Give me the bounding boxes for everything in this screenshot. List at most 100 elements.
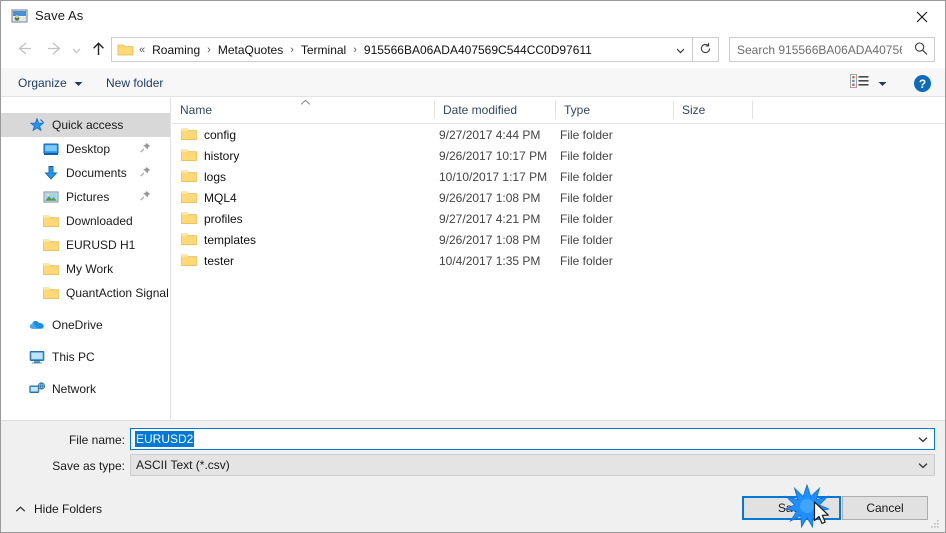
folder-icon <box>181 232 197 249</box>
breadcrumb-item-metaquotes[interactable]: MetaQuotes <box>216 42 285 58</box>
breadcrumb-overflow[interactable]: « <box>134 44 150 56</box>
folder-icon <box>181 127 197 144</box>
cell-name: MQL4 <box>204 190 237 205</box>
sort-ascending-icon <box>300 97 311 109</box>
cell-type: File folder <box>560 211 613 226</box>
file-name-input[interactable]: EURUSD2 <box>130 428 935 450</box>
column-label: Size <box>682 103 706 117</box>
column-header-date-modified[interactable]: Date modified <box>435 97 556 123</box>
sidebar-item-documents[interactable]: Documents <box>1 161 170 185</box>
sidebar-item-this-pc[interactable]: This PC <box>1 345 170 369</box>
sidebar-item-quantaction-signal[interactable]: QuantAction Signal <box>1 281 170 305</box>
organize-label: Organize <box>18 76 67 90</box>
breadcrumb-item-terminal[interactable]: Terminal <box>299 42 348 58</box>
cell-size <box>678 124 753 145</box>
cancel-button[interactable]: Cancel <box>842 496 928 520</box>
close-button[interactable] <box>899 1 945 32</box>
file-name-label: File name: <box>68 433 125 447</box>
folder-icon <box>43 261 59 277</box>
view-options-icon <box>850 74 870 91</box>
sidebar-item-onedrive[interactable]: OneDrive <box>1 313 170 337</box>
sidebar-item-network[interactable]: Network <box>1 377 170 401</box>
breadcrumb-separator[interactable]: › <box>348 44 362 56</box>
chevron-down-icon <box>918 432 928 446</box>
onedrive-icon <box>29 317 45 333</box>
table-row[interactable]: templates 9/26/2017 1:08 PM File folder <box>172 229 945 250</box>
sidebar-item-label: Desktop <box>66 142 111 156</box>
sidebar-item-quick-access[interactable]: Quick access <box>1 113 170 137</box>
sidebar-item-my-work[interactable]: My Work <box>1 257 170 281</box>
sidebar-item-pictures[interactable]: Pictures <box>1 185 170 209</box>
column-label: Date modified <box>443 103 518 117</box>
folder-icon <box>43 285 59 301</box>
refresh-icon <box>699 42 712 58</box>
sidebar-item-eurusd-h1[interactable]: EURUSD H1 <box>1 233 170 257</box>
save-as-type-value: ASCII Text (*.csv) <box>136 458 230 472</box>
arrow-right-icon <box>46 41 63 59</box>
help-icon: ? <box>918 76 927 91</box>
breadcrumb-separator[interactable]: › <box>202 44 216 56</box>
cell-size <box>678 187 753 208</box>
save-as-type-select[interactable]: ASCII Text (*.csv) <box>130 454 935 476</box>
save-as-icon <box>11 8 28 25</box>
table-row[interactable]: profiles 9/27/2017 4:21 PM File folder <box>172 208 945 229</box>
breadcrumb-separator[interactable]: › <box>285 44 299 56</box>
star-pin-icon <box>29 117 45 133</box>
new-folder-button[interactable]: New folder <box>106 73 163 93</box>
address-dropdown-button[interactable] <box>670 38 690 61</box>
search-input[interactable] <box>737 42 902 57</box>
table-row[interactable]: MQL4 9/26/2017 1:08 PM File folder <box>172 187 945 208</box>
hide-folders-button[interactable]: Hide Folders <box>15 502 102 516</box>
refresh-button[interactable] <box>692 38 718 61</box>
help-button[interactable]: ? <box>914 75 931 92</box>
cell-date-modified: 9/27/2017 4:21 PM <box>439 211 541 226</box>
column-header-type[interactable]: Type <box>556 97 674 123</box>
sidebar-item-label: Quick access <box>52 118 124 132</box>
chevron-down-icon <box>918 458 928 472</box>
caret-down-icon <box>74 76 83 90</box>
table-row[interactable]: history 9/26/2017 10:17 PM File folder <box>172 145 945 166</box>
up-button[interactable] <box>85 37 111 63</box>
file-name-dropdown-button[interactable] <box>913 429 933 449</box>
recent-locations-button[interactable] <box>67 37 85 63</box>
folder-icon <box>181 169 197 186</box>
forward-button[interactable] <box>41 37 67 63</box>
sidebar-item-desktop[interactable]: Desktop <box>1 137 170 161</box>
save-form-area: File name: EURUSD2 Save as type: ASCII T… <box>1 420 945 532</box>
sidebar-item-label: Network <box>52 382 97 396</box>
chevron-down-icon <box>72 43 81 57</box>
resize-grip[interactable] <box>929 518 941 530</box>
arrow-left-icon <box>16 41 33 59</box>
table-row[interactable]: config 9/27/2017 4:44 PM File folder <box>172 124 945 145</box>
folder-icon <box>181 190 197 207</box>
back-button[interactable] <box>11 37 37 63</box>
search-box[interactable] <box>729 37 935 62</box>
address-bar[interactable]: « Roaming › MetaQuotes › Terminal › 9155… <box>111 37 719 62</box>
table-row[interactable]: logs 10/10/2017 1:17 PM File folder <box>172 166 945 187</box>
breadcrumb-item-roaming[interactable]: Roaming <box>150 42 202 58</box>
save-as-type-label: Save as type: <box>52 459 125 473</box>
pin-icon[interactable] <box>140 190 151 204</box>
pin-icon[interactable] <box>140 166 151 180</box>
cell-name: profiles <box>204 211 243 226</box>
table-row[interactable]: tester 10/4/2017 1:35 PM File folder <box>172 250 945 271</box>
breadcrumb-item-terminal-id[interactable]: 915566BA06ADA407569C544CC0D97611 <box>362 42 594 58</box>
column-header-name[interactable]: Name <box>172 97 435 123</box>
save-as-type-dropdown-button[interactable] <box>913 455 933 475</box>
sidebar-item-label: Downloaded <box>66 214 133 228</box>
caret-up-icon <box>15 502 26 516</box>
column-label: Type <box>564 103 591 117</box>
chevron-down-icon <box>676 43 685 57</box>
cell-type: File folder <box>560 190 613 205</box>
folder-icon <box>181 148 197 165</box>
save-button[interactable]: Save <box>742 496 841 520</box>
column-divider[interactable] <box>752 101 753 119</box>
organize-button[interactable]: Organize <box>18 73 83 93</box>
view-options-button[interactable] <box>850 74 887 91</box>
cell-size <box>678 208 753 229</box>
pin-icon[interactable] <box>140 142 151 156</box>
cell-size <box>678 250 753 271</box>
column-header-size[interactable]: Size <box>674 97 753 123</box>
sidebar-item-downloaded[interactable]: Downloaded <box>1 209 170 233</box>
